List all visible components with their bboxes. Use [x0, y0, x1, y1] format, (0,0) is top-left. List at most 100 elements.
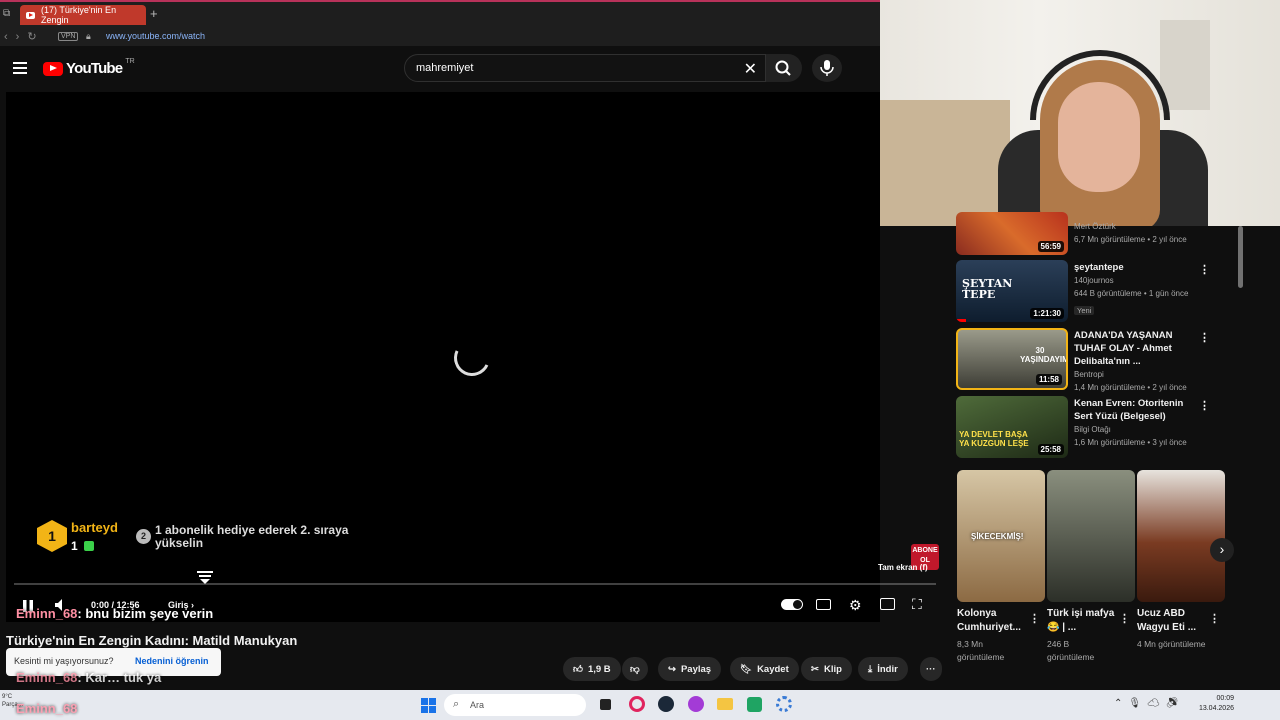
more-options-icon[interactable]: ⋮ [1119, 612, 1130, 625]
vpn-badge[interactable]: VPN [58, 32, 79, 41]
more-options-icon[interactable]: ⋮ [1199, 263, 1210, 276]
bookmark-icon: 🔖︎ [740, 663, 753, 675]
sidebar-scrollbar[interactable] [1238, 226, 1243, 288]
short-thumbnail[interactable] [1137, 470, 1225, 602]
video-player[interactable] [6, 92, 880, 622]
steam-icon[interactable] [658, 696, 674, 712]
channel-name[interactable]: Bilgi Otağı [1074, 423, 1204, 436]
channel-name[interactable]: 140journos [1074, 274, 1204, 287]
download-button[interactable]: ⤓ İndir [858, 657, 908, 681]
more-options-icon[interactable]: ⋮ [1029, 612, 1040, 625]
browser-tab[interactable]: (17) Türkiye'nin En Zengin [20, 5, 146, 25]
dislike-button[interactable]: 👎︎ [622, 657, 648, 681]
clip-label: Klip [823, 663, 842, 675]
video-title[interactable]: Kenan Evren: Otoritenin Sert Yüzü (Belge… [1074, 397, 1204, 423]
video-title[interactable]: şeytantepe [1074, 261, 1204, 274]
youtube-logo[interactable]: YouTube TR [43, 58, 135, 77]
messenger-icon[interactable] [688, 696, 704, 712]
url-text[interactable]: www.youtube.com/watch [106, 31, 205, 41]
menu-icon[interactable] [13, 62, 27, 74]
duration-badge: 25:58 [1037, 444, 1064, 455]
lock-icon[interactable]: 🔒︎ [86, 31, 91, 42]
taskbar-search[interactable]: ⌕ Ara [444, 694, 586, 716]
search-icon [775, 60, 791, 76]
recommended-video[interactable]: 30 YAŞINDAYIM 11:58 ADANA'DA YAŞANAN TUH… [956, 328, 1246, 392]
view-count: 1,4 Mn görüntüleme • 2 yıl önce [1074, 383, 1187, 392]
autoplay-toggle[interactable] [781, 599, 803, 610]
gift-text-2: yükselin [155, 536, 204, 550]
channel-name[interactable]: Mert Öztürk [1074, 220, 1204, 233]
taskview-icon[interactable] [600, 699, 611, 710]
video-title: Türkiye'nin En Zengin Kadını: Matild Man… [6, 633, 298, 648]
watch-progress [956, 319, 966, 322]
progress-bar[interactable] [14, 583, 936, 585]
search-icon: ⌕ [453, 698, 460, 710]
windows-taskbar: 9°C Parça… ⌕ Ara ⌃🎙︎☁︎🔊︎ 00:09 13.04.202… [0, 690, 1280, 720]
youtube-header: YouTube TR ✕ [0, 46, 880, 92]
nav-buttons[interactable]: ‹›↻ [4, 30, 45, 43]
short-title[interactable]: Kolonya Cumhuriyet... [957, 607, 1029, 635]
settings-gear-icon[interactable]: ⚙ [849, 598, 862, 612]
short-title[interactable]: Ucuz ABD Wagyu Eti ... [1137, 607, 1209, 635]
clip-button[interactable]: ✂ Klip [801, 657, 852, 681]
opera-icon[interactable] [629, 696, 645, 712]
duration-badge: 1:21:30 [1030, 308, 1064, 319]
search-input[interactable] [416, 62, 736, 74]
more-options-icon[interactable]: ⋮ [1209, 612, 1220, 625]
recommended-video[interactable]: YA DEVLET BAŞA YA KUZGUN LEŞE 25:58 Kena… [956, 396, 1246, 460]
folder-icon[interactable] [717, 698, 733, 710]
search-button[interactable] [766, 54, 802, 82]
share-icon: ↪ [668, 663, 676, 675]
like-count: 1,9 B [587, 663, 611, 675]
more-options-icon[interactable]: ⋮ [1199, 331, 1210, 344]
more-actions-button[interactable]: ··· [920, 657, 942, 681]
short-thumbnail[interactable] [1047, 470, 1135, 602]
shorts-next-button[interactable]: › [1210, 538, 1234, 562]
duration-badge: 56:59 [1037, 241, 1064, 252]
more-options-icon[interactable]: ⋮ [1199, 399, 1210, 412]
chat-user: Eminn_68 [16, 670, 78, 685]
short-views: 246 B görüntüleme [1047, 639, 1095, 662]
chat-line: Eminn_68 [16, 701, 77, 716]
tray-icons[interactable]: ⌃🎙︎☁︎🔊︎ [1114, 698, 1184, 709]
like-button[interactable]: 👍︎ 1,9 B [563, 657, 621, 681]
thumbnail-text: ŞİKECEKMİŞ! [971, 532, 1024, 541]
clock-time: 00:09 [1216, 695, 1234, 702]
window-menu-icon[interactable]: ⧉ [3, 8, 10, 19]
share-button[interactable]: ↪ Paylaş [658, 657, 722, 681]
country-code: TR [125, 58, 135, 65]
chat-app-icon[interactable] [747, 697, 762, 712]
mic-icon [820, 60, 834, 76]
taskbar-search-label: Ara [470, 700, 485, 710]
weather-temp: 9°C [2, 694, 13, 700]
save-button[interactable]: 🔖︎ Kaydet [730, 657, 799, 681]
video-thumbnail: YA DEVLET BAŞA YA KUZGUN LEŞE 25:58 [956, 396, 1068, 458]
new-tab-button[interactable]: + [150, 6, 158, 21]
webcam-shelf [1160, 20, 1210, 110]
start-button[interactable] [421, 698, 436, 713]
chat-line: Eminn_68: Kar… tuk ya [16, 670, 161, 685]
recommended-video[interactable]: 56:59 Mert Öztürk 6,7 Mn görüntüleme • 2… [956, 212, 1246, 256]
settings-app-icon[interactable] [776, 696, 792, 712]
subtitles-icon[interactable] [816, 599, 831, 610]
chat-line: Eminn_68: bnu bizim şeye verin [16, 606, 213, 621]
save-label: Kaydet [757, 663, 789, 675]
duration-badge: 11:58 [1035, 374, 1062, 385]
theater-mode-icon[interactable] [880, 598, 895, 610]
voice-search-button[interactable] [812, 54, 842, 82]
recommended-video[interactable]: ŞEYTAN TEPE 1:21:30 şeytantepe 140journo… [956, 260, 1246, 324]
channel-name[interactable]: Bentropi [1074, 368, 1204, 381]
short-title[interactable]: Türk işi mafya 😂 | ... [1047, 607, 1119, 635]
more-icon: ··· [926, 663, 936, 675]
rank-number: 1 [48, 528, 56, 544]
video-title[interactable]: ADANA'DA YAŞANAN TUHAF OLAY - Ahmet Deli… [1074, 329, 1204, 368]
chat-user: Eminn_68 [16, 701, 78, 716]
clear-search-icon[interactable]: ✕ [744, 59, 757, 79]
survey-link[interactable]: Nedenini öğrenin [135, 656, 209, 666]
youtube-wordmark: YouTube [66, 60, 123, 77]
clock[interactable]: 00:09 13.04.2026 [1198, 694, 1234, 714]
short-thumbnail[interactable]: ŞİKECEKMİŞ! [957, 470, 1045, 602]
youtube-play-icon [43, 61, 63, 76]
short-views: 8,3 Mn görüntüleme [957, 639, 1005, 662]
fullscreen-icon[interactable]: ⛶ [912, 596, 922, 613]
